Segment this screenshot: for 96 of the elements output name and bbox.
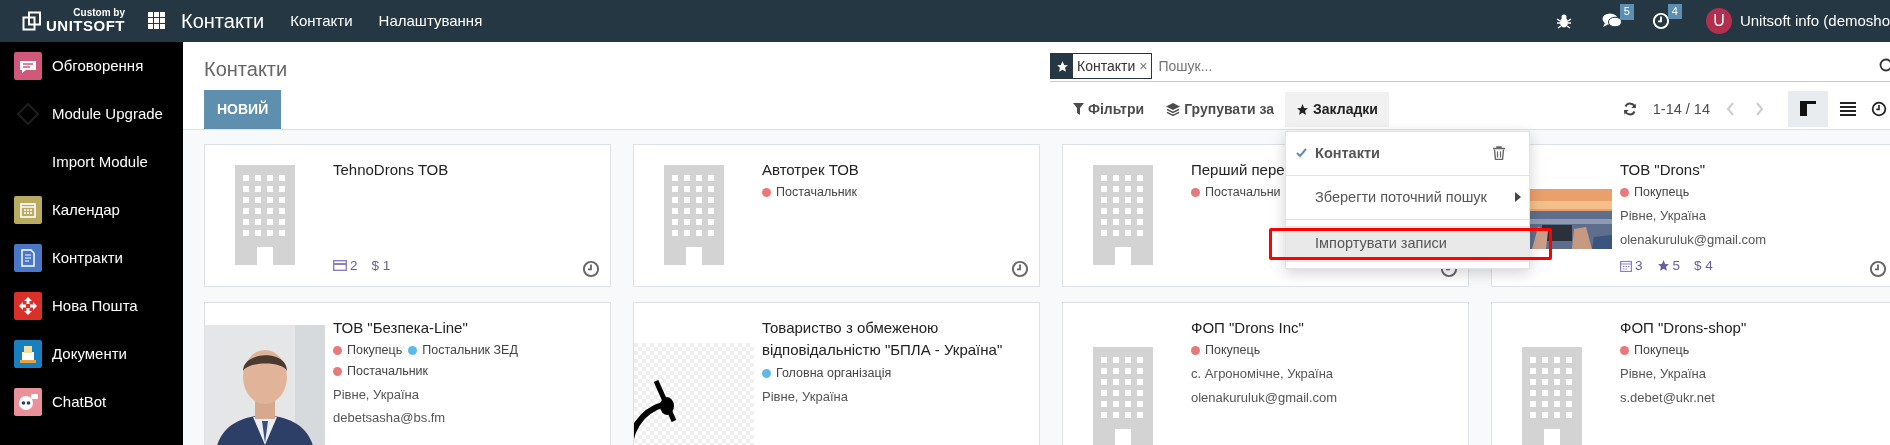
kanban-card[interactable]: Автотрек ТОВ Постачальник <box>633 143 1040 287</box>
kanban-card[interactable]: TehnoDrons ТОВ 2 $ 1 <box>204 143 611 287</box>
menu-item[interactable]: Контакти <box>1286 131 1530 175</box>
app-icon <box>14 387 42 416</box>
menu-item[interactable]: Зберегти поточний пошук <box>1286 175 1530 219</box>
apps-menu-icon[interactable] <box>148 12 165 30</box>
counter-badge: 4 <box>1667 4 1682 20</box>
app-title[interactable]: Контакти <box>181 6 265 36</box>
kanban-card[interactable]: Товариство з обмеженою відповідальністю "БПЛА - Україна" Головна організація Рівне, Україна <box>633 301 1040 445</box>
funnel-icon <box>1073 103 1084 116</box>
card-title: ТОВ "Drons" <box>1620 159 1706 180</box>
kanban-card[interactable]: ФОП "Drons Inc" Покупець с. Агрономічне, Україна olenakuruluk@gmail.com <box>1062 301 1469 445</box>
card-detail: olenakuruluk@gmail.com <box>1191 388 1339 407</box>
remove-facet-button[interactable]: × <box>1139 55 1152 77</box>
tag-label: Покупець <box>1205 342 1261 360</box>
star-icon <box>1296 102 1310 116</box>
refresh-icon[interactable] <box>1622 102 1637 117</box>
sidebar-item[interactable]: Module Upgrade <box>0 89 183 138</box>
clock-icon[interactable] <box>582 259 600 278</box>
clock-icon <box>1871 101 1887 118</box>
building-icon <box>1093 165 1153 266</box>
card-detail: с. Агрономічне, Україна <box>1191 365 1335 384</box>
calendar-icon <box>1620 259 1632 272</box>
building-icon <box>235 165 295 266</box>
kanban-card[interactable]: ФОП "Drons-shop" Покупець Рівне, Україна s.debet@ukr.net <box>1491 301 1890 445</box>
trash-icon[interactable] <box>1493 146 1506 161</box>
filter-toggle[interactable]: Закладки <box>1285 91 1389 127</box>
stat-count: $ 4 <box>1694 256 1713 275</box>
card-detail: Рівне, Україна <box>1620 207 1707 226</box>
card-detail: olenakuruluk@gmail.com <box>1620 230 1768 249</box>
bug-icon[interactable] <box>1555 13 1572 29</box>
logo-icon <box>22 11 42 31</box>
card-title: TehnoDrons ТОВ <box>333 159 450 180</box>
card-detail: Рівне, Україна <box>1620 365 1707 384</box>
menu-item[interactable]: Контакти <box>290 9 353 33</box>
card-title: Перший пере <box>1191 159 1286 180</box>
app-icon <box>14 339 42 368</box>
sidebar-item[interactable]: Обговорення <box>0 41 183 90</box>
page-title: Контакти <box>204 57 288 80</box>
filter-toggle[interactable]: Фільтри <box>1062 91 1156 127</box>
filter-toggle[interactable]: Групувати за <box>1155 91 1286 127</box>
building-icon <box>1093 346 1153 445</box>
stat-count: $ 1 <box>371 256 391 275</box>
clock-icon[interactable] <box>1011 259 1029 278</box>
app-icon <box>14 51 42 80</box>
app-icon <box>14 243 42 272</box>
card-title: Товариство з обмеженою відповідальністю "БПЛА - Україна" <box>762 317 1004 361</box>
kanban-card[interactable]: ТОВ "Drons" Покупець Рівне, Україна olenakuruluk@gmail.com 3 5 $ 4 <box>1491 143 1890 287</box>
sidebar-item[interactable]: Нова Пошта <box>0 281 183 330</box>
card-detail: Рівне, Україна <box>333 385 420 404</box>
card-title: Автотрек ТОВ <box>762 159 860 180</box>
logo-caption: Custom by <box>73 8 125 19</box>
kanban-card[interactable]: ТОВ "Безпека-Line" Покупець Постальник ЗЕД Постачальник Рівне, Україна debetsasha@bs.fm <box>204 301 611 445</box>
tag-label: Постачальни <box>1205 184 1281 202</box>
clock-icon[interactable] <box>1869 259 1887 278</box>
app-icon <box>14 291 42 320</box>
stat-count: 3 <box>1635 256 1643 275</box>
menu-item[interactable]: Налаштування <box>378 9 483 33</box>
card-detail: s.debet@ukr.net <box>1620 388 1716 407</box>
credit-card-icon <box>333 260 347 272</box>
tag-label: Покупець <box>1634 184 1690 202</box>
building-icon <box>664 165 724 266</box>
tag-label: Постачальник <box>776 184 858 202</box>
tag-label: Постачальник <box>347 363 429 381</box>
tag-label: Покупець <box>347 342 403 360</box>
star-icon <box>1055 59 1069 73</box>
user-name[interactable]: Unitsoft info (demosho <box>1739 9 1890 33</box>
pager-value: 1-14 / 14 <box>1652 99 1710 119</box>
sidebar-item[interactable]: ChatBot <box>0 377 183 426</box>
layers-icon <box>1166 102 1181 116</box>
stat-count: 2 <box>350 256 358 275</box>
card-detail: debetsasha@bs.fm <box>333 409 447 428</box>
sidebar-item[interactable]: Контракти <box>0 233 183 282</box>
view-switch-button[interactable] <box>1788 91 1828 128</box>
card-detail: Рівне, Україна <box>762 387 849 406</box>
counter-badge: 5 <box>1619 4 1634 20</box>
app-icon <box>14 195 42 224</box>
chat-icon[interactable] <box>1601 12 1622 30</box>
tag-label: Покупець <box>1634 342 1690 360</box>
card-title: ФОП "Drons Inc" <box>1191 317 1305 338</box>
stat-count: 5 <box>1672 256 1681 275</box>
user-avatar[interactable]: U <box>1705 8 1732 34</box>
sidebar-item[interactable]: Import Module <box>0 137 183 186</box>
caret-icon <box>1515 192 1522 203</box>
list-icon <box>1840 102 1856 117</box>
building-icon <box>1522 346 1582 445</box>
sidebar-item[interactable]: Документи <box>0 329 183 378</box>
search-facet[interactable]: Контакти × <box>1050 53 1153 80</box>
tag-label: Постальник ЗЕД <box>422 342 518 360</box>
star-icon <box>1656 259 1670 273</box>
card-title: ФОП "Drons-shop" <box>1620 317 1748 338</box>
logo-wordmark: UNITSOFT <box>46 18 125 34</box>
tag-label: Головна організація <box>776 364 892 382</box>
kanban-icon <box>1800 101 1816 118</box>
sidebar-item[interactable]: Календар <box>0 185 183 234</box>
card-title: ТОВ "Безпека-Line" <box>333 317 469 338</box>
